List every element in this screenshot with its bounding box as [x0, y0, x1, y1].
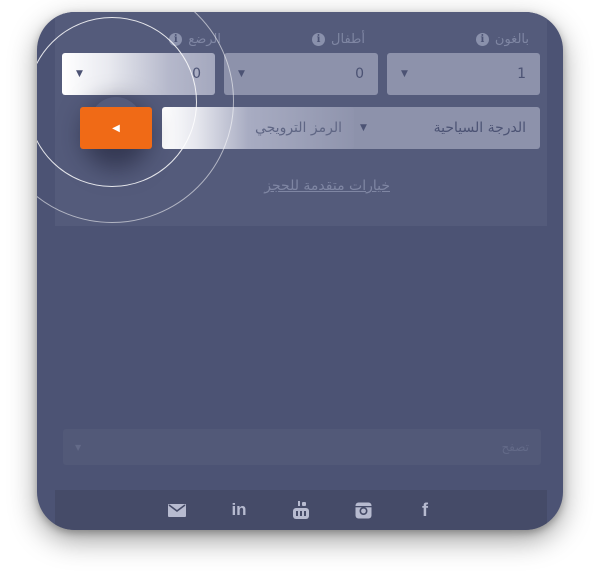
- caret-down-icon: ▼: [360, 123, 367, 133]
- caret-down-icon: ▼: [238, 69, 245, 79]
- adults-select[interactable]: ▼ 1: [387, 53, 540, 95]
- social-footer: in f: [55, 490, 547, 530]
- class-value: الدرجة السياحية: [433, 120, 526, 136]
- info-icon[interactable]: i: [475, 32, 489, 46]
- children-select[interactable]: ▼ 0: [224, 53, 378, 95]
- youtube-icon[interactable]: [290, 499, 312, 521]
- browse-select-value: تصفح: [501, 440, 529, 454]
- children-label: أطفال i: [312, 30, 365, 48]
- adults-label: بالغون i: [475, 30, 529, 48]
- instagram-icon[interactable]: [352, 499, 374, 521]
- class-select[interactable]: ▼ الدرجة السياحية: [346, 107, 540, 149]
- booking-widget-card: بالغون i أطفال i الرضع i ▼ 1 ▼ 0 ▼ 0 ▼ ا…: [37, 12, 563, 530]
- info-icon[interactable]: i: [312, 32, 326, 46]
- caret-down-icon: ▼: [401, 69, 408, 79]
- highlight-ring-outer: [37, 12, 234, 223]
- browse-select[interactable]: ▼ تصفح: [63, 429, 541, 465]
- adults-value: 1: [517, 66, 526, 82]
- advanced-options-link[interactable]: خيارات متقدمة للحجز: [250, 178, 390, 194]
- children-value: 0: [355, 66, 364, 82]
- mail-icon[interactable]: [166, 499, 188, 521]
- facebook-icon[interactable]: f: [414, 499, 436, 521]
- caret-down-icon: ▼: [75, 442, 82, 452]
- children-label-text: أطفال: [331, 31, 365, 47]
- adults-label-text: بالغون: [494, 31, 529, 47]
- linkedin-icon[interactable]: in: [228, 499, 250, 521]
- search-form-panel: بالغون i أطفال i الرضع i ▼ 1 ▼ 0 ▼ 0 ▼ ا…: [37, 12, 547, 226]
- promo-code-placeholder: الرمز الترويجي: [254, 120, 342, 136]
